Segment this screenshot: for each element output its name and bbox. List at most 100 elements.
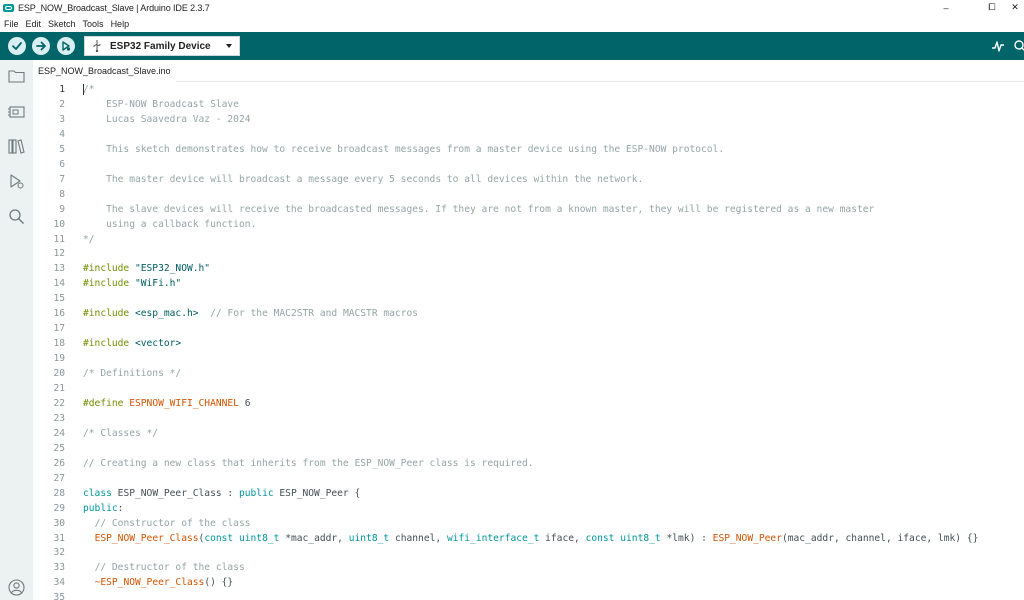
code-line[interactable]: 21 xyxy=(33,381,1024,396)
code-line[interactable]: 13 #include "ESP32_NOW.h" xyxy=(33,261,1024,276)
code-line[interactable]: 10 using a callback function. xyxy=(33,217,1024,232)
line-number: 1 xyxy=(59,84,65,95)
debug-button[interactable] xyxy=(57,37,75,55)
code-line[interactable]: 22 #define ESPNOW_WIFI_CHANNEL 6 xyxy=(33,396,1024,411)
line-number: 18 xyxy=(53,338,65,350)
serial-plotter-icon xyxy=(992,41,1004,52)
line-number: 5 xyxy=(59,143,65,155)
code-line[interactable]: 11 */ xyxy=(33,232,1024,247)
maximize-button[interactable]: ⧠ xyxy=(978,0,1006,15)
code-text: ESP_NOW_Peer_Class(const uint8_t *mac_ad… xyxy=(94,532,979,544)
code-line[interactable]: 29 public: xyxy=(33,501,1024,516)
code-line[interactable]: 20 /* Definitions */ xyxy=(33,366,1024,381)
menu-help[interactable]: Help xyxy=(107,19,133,29)
code-line[interactable]: 24 /* Classes */ xyxy=(33,426,1024,441)
code-text: ~ESP_NOW_Peer_Class() {} xyxy=(94,577,234,589)
code-line[interactable]: 14 #include "WiFi.h" xyxy=(33,276,1024,291)
menu-file[interactable]: File xyxy=(0,19,22,29)
code-line[interactable]: 8 xyxy=(33,187,1024,202)
code-text: #include "WiFi.h" xyxy=(83,278,182,290)
tab-sketch-file[interactable]: ESP_NOW_Broadcast_Slave.ino xyxy=(33,60,176,84)
menu-edit[interactable]: Edit xyxy=(22,19,45,29)
code-text: ESP-NOW Broadcast Slave xyxy=(83,98,239,110)
code-line[interactable]: 30 // Constructor of the class xyxy=(33,516,1024,531)
code-line[interactable]: 27 xyxy=(33,471,1024,486)
upload-button[interactable] xyxy=(32,37,50,55)
minimize-button[interactable]: – xyxy=(932,0,960,15)
window-title: ESP_NOW_Broadcast_Slave | Arduino IDE 2.… xyxy=(18,2,210,13)
line-number: 23 xyxy=(53,412,65,424)
code-line[interactable]: 18 #include <vector> xyxy=(33,336,1024,351)
sketchbook-button[interactable] xyxy=(7,67,25,85)
boards-manager-button[interactable] xyxy=(7,102,25,120)
line-number: 16 xyxy=(53,308,65,320)
search-button[interactable] xyxy=(7,207,25,225)
line-number: 31 xyxy=(53,532,65,544)
line-number: 20 xyxy=(53,368,65,380)
code-text: The master device will broadcast a messa… xyxy=(83,173,644,185)
code-line[interactable]: 6 xyxy=(33,157,1024,172)
line-number: 17 xyxy=(53,323,65,335)
code-line[interactable]: 16 #include <esp_mac.h> // For the MAC2ST… xyxy=(33,306,1024,321)
serial-monitor-button[interactable] xyxy=(1012,38,1024,54)
code-line[interactable]: 25 xyxy=(33,441,1024,456)
code-line[interactable]: 28 class ESP_NOW_Peer_Class : public ESP_… xyxy=(33,486,1024,501)
serial-monitor-icon xyxy=(1014,40,1024,51)
code-editor[interactable]: 1/* 2 ESP-NOW Broadcast Slave 3 Lucas Saav… xyxy=(33,82,1024,600)
library-manager-button[interactable] xyxy=(7,137,25,155)
code-line[interactable]: 7 The master device will broadcast a mes… xyxy=(33,172,1024,187)
verify-button[interactable] xyxy=(8,37,26,55)
code-line[interactable]: 12 xyxy=(33,246,1024,261)
code-text: // Destructor of the class xyxy=(94,562,245,574)
code-text: */ xyxy=(83,233,95,245)
check-icon xyxy=(12,42,22,50)
code-text: #include "ESP32_NOW.h" xyxy=(83,263,211,275)
code-line[interactable]: 33 // Destructor of the class xyxy=(33,560,1024,575)
code-text: class ESP_NOW_Peer_Class : public ESP_NO… xyxy=(83,487,361,499)
code-line[interactable]: 31 ESP_NOW_Peer_Class(const uint8_t *mac… xyxy=(33,531,1024,546)
line-number: 4 xyxy=(59,128,65,140)
line-number: 11 xyxy=(53,233,65,245)
line-number: 28 xyxy=(53,487,65,499)
line-number: 33 xyxy=(53,562,65,574)
line-number: 10 xyxy=(53,218,65,230)
debug-panel-button[interactable] xyxy=(7,172,25,190)
code-line[interactable]: 35 xyxy=(33,590,1024,600)
chevron-down-icon xyxy=(226,44,232,48)
menu-sketch[interactable]: Sketch xyxy=(44,19,79,29)
code-line[interactable]: 19 xyxy=(33,351,1024,366)
serial-plotter-button[interactable] xyxy=(990,38,1006,54)
code-line[interactable]: 9 The slave devices will receive the bro… xyxy=(33,202,1024,217)
line-number: 32 xyxy=(53,547,65,559)
code-line[interactable]: 23 xyxy=(33,411,1024,426)
line-number: 29 xyxy=(53,502,65,514)
code-line[interactable]: 4 xyxy=(33,127,1024,142)
text-cursor xyxy=(83,84,84,95)
code-line[interactable]: 17 xyxy=(33,321,1024,336)
code-line[interactable]: 32 xyxy=(33,545,1024,560)
code-line[interactable]: 34 ~ESP_NOW_Peer_Class() {} xyxy=(33,575,1024,590)
line-number: 14 xyxy=(53,278,65,290)
close-button[interactable]: ✕ xyxy=(1006,0,1024,15)
library-icon xyxy=(7,139,25,154)
debug-icon xyxy=(62,41,71,51)
code-line[interactable]: 2 ESP-NOW Broadcast Slave xyxy=(33,97,1024,112)
title-bar: ESP_NOW_Broadcast_Slave | Arduino IDE 2.… xyxy=(0,0,1024,15)
code-line[interactable]: 1 /* xyxy=(33,82,1024,97)
line-number: 9 xyxy=(59,203,65,215)
line-number: 12 xyxy=(53,248,65,260)
code-line[interactable]: 5 This sketch demonstrates how to receiv… xyxy=(33,142,1024,157)
code-line[interactable]: 3 Lucas Saavedra Vaz - 2024 xyxy=(33,112,1024,127)
code-text: #include <vector> xyxy=(83,338,182,350)
code-line[interactable]: 26 // Creating a new class that inherits … xyxy=(33,456,1024,471)
line-number: 7 xyxy=(59,173,65,185)
line-number: 13 xyxy=(53,263,65,275)
board-selector[interactable]: ESP32 Family Device xyxy=(84,36,240,56)
menu-tools[interactable]: Tools xyxy=(79,19,107,29)
code-line[interactable]: 15 xyxy=(33,291,1024,306)
line-number: 22 xyxy=(53,397,65,409)
board-label: ESP32 Family Device xyxy=(110,40,211,52)
line-number: 2 xyxy=(59,98,65,110)
account-button[interactable] xyxy=(7,578,25,596)
board-manager-icon xyxy=(7,105,25,118)
